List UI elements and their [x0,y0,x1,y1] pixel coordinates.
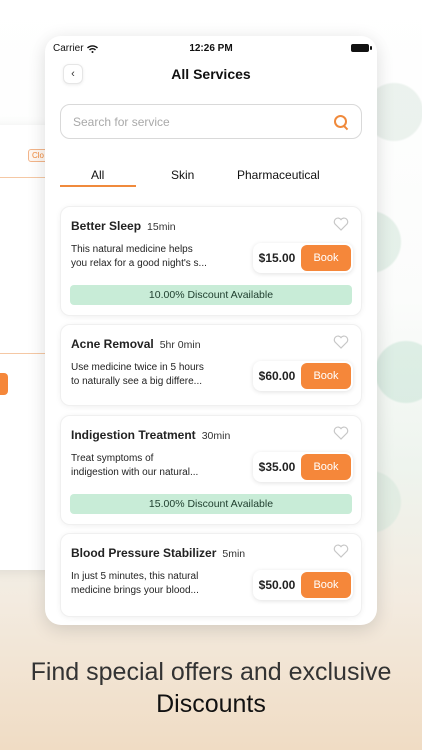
book-button[interactable]: Book [301,245,351,271]
heart-icon[interactable] [333,217,349,231]
book-button[interactable]: Book [301,572,351,598]
tab-all[interactable]: All [91,168,104,182]
description-line: This natural medicine helps [71,244,193,255]
price-book-box: $50.00 Book [253,570,353,600]
phone-screen: Carrier 12:26 PM ‹ All Services All Skin… [45,36,377,625]
page-title: All Services [171,66,251,82]
tagline-line-2: Discounts [156,690,266,718]
search-icon[interactable] [333,114,349,130]
service-description: Use medicine twice in 5 hours to natural… [71,361,221,389]
discount-banner: 15.00% Discount Available [70,494,352,514]
service-title: Better Sleep [71,219,142,233]
category-tabs: All Skin Pharmaceutical [60,164,362,188]
service-description: In just 5 minutes, this natural medicine… [71,570,221,598]
description-line: Treat symptoms of [71,453,154,464]
service-title: Indigestion Treatment [71,428,196,442]
service-duration: 5min [222,548,246,560]
service-card[interactable]: Better Sleep 15min This natural medicine … [60,206,362,316]
description-line: you relax for a good night's s... [71,258,207,269]
description-line: In just 5 minutes, this natural [71,571,199,582]
service-title: Blood Pressure Stabilizer [71,546,217,560]
service-name: Acne Removal 5hr 0min [71,337,201,351]
description-line: Use medicine twice in 5 hours [71,362,204,373]
service-name: Indigestion Treatment 30min [71,428,230,442]
active-tab-indicator [60,185,136,187]
navigation-bar: ‹ All Services [45,60,377,88]
service-duration: 30min [201,430,231,442]
search-input[interactable] [73,114,333,129]
book-button[interactable]: Book [301,363,351,389]
tagline-line-1: Find special offers and exclusive [30,658,392,686]
promo-tagline: Find special offers and exclusive Discou… [0,656,422,720]
description-line: medicine brings your blood... [71,585,199,596]
service-price: $50.00 [258,578,296,592]
price-book-box: $15.00 Book [253,243,353,273]
search-bar[interactable] [60,104,362,139]
service-description: This natural medicine helps you relax fo… [71,243,221,271]
service-price: $35.00 [258,460,296,474]
service-duration: 5hr 0min [159,339,201,351]
service-name: Better Sleep 15min [71,219,176,233]
battery-icon [351,44,372,52]
service-card[interactable]: Indigestion Treatment 30min Treat symptom… [60,415,362,525]
price-book-box: $35.00 Book [253,452,353,482]
book-button[interactable]: Book [301,454,351,480]
service-name: Blood Pressure Stabilizer 5min [71,546,245,560]
status-time: 12:26 PM [189,43,233,54]
service-description: Treat symptoms of indigestion with our n… [71,452,221,480]
service-price: $15.00 [258,251,296,265]
discount-banner: 10.00% Discount Available [70,285,352,305]
heart-icon[interactable] [333,426,349,440]
background-orange-tab [0,373,8,395]
heart-icon[interactable] [333,335,349,349]
tab-skin[interactable]: Skin [171,168,194,182]
service-duration: 15min [147,221,176,233]
tab-pharmaceutical[interactable]: Pharmaceutical [237,168,320,182]
service-card[interactable]: Blood Pressure Stabilizer 5min In just 5 … [60,533,362,617]
status-bar: Carrier 12:26 PM [45,36,377,60]
service-title: Acne Removal [71,337,154,351]
service-card[interactable]: Acne Removal 5hr 0min Use medicine twice … [60,324,362,406]
service-price: $60.00 [258,369,296,383]
description-line: to naturally see a big differe... [71,376,203,387]
description-line: indigestion with our natural... [71,467,199,478]
price-book-box: $60.00 Book [253,361,353,391]
heart-icon[interactable] [333,544,349,558]
